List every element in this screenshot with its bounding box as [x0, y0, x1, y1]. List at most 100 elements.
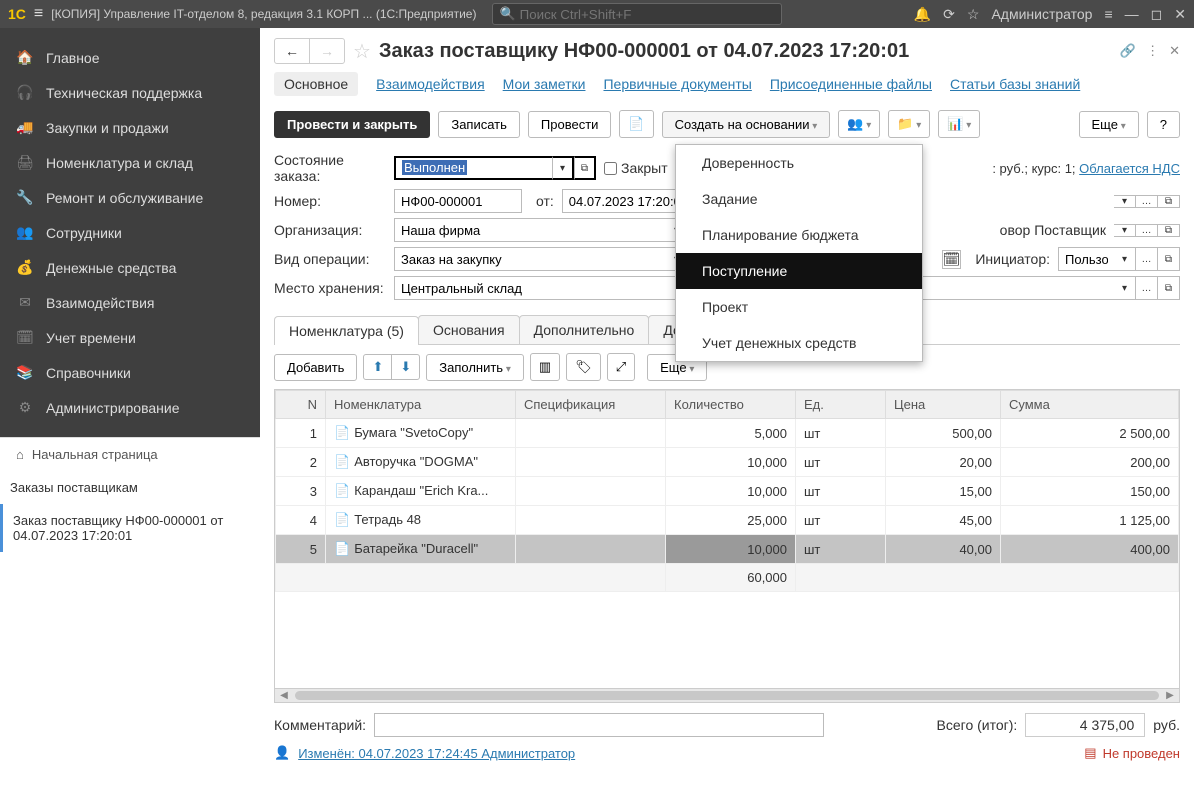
- th-n[interactable]: N: [276, 391, 326, 419]
- sidebar-item-repair[interactable]: 🔧Ремонт и обслуживание: [0, 180, 260, 215]
- field-dropdown-icon[interactable]: ▾: [1114, 195, 1136, 208]
- number-field[interactable]: [394, 189, 522, 213]
- contractor-dropdown-icon[interactable]: ▾: [1114, 224, 1136, 237]
- global-search[interactable]: 🔍: [492, 3, 782, 25]
- sidebar-home-page[interactable]: ⌂Начальная страница: [0, 438, 260, 471]
- hamburger-icon[interactable]: ≡: [34, 5, 43, 23]
- nav-back-button[interactable]: ←: [275, 39, 310, 63]
- th-price[interactable]: Цена: [886, 391, 1001, 419]
- post-and-close-button[interactable]: Провести и закрыть: [274, 111, 430, 138]
- dd-item-budget[interactable]: Планирование бюджета: [676, 217, 922, 253]
- link-icon[interactable]: 🔗: [1120, 43, 1136, 59]
- favorite-star-icon[interactable]: ☆: [353, 39, 371, 64]
- audit-link[interactable]: Изменён: 04.07.2023 17:24:45 Администрат…: [298, 746, 575, 761]
- horizontal-scrollbar[interactable]: ◀ ▶: [274, 689, 1180, 703]
- tab-main[interactable]: Основное: [274, 72, 358, 96]
- field-ellipsis-icon[interactable]: …: [1136, 195, 1158, 208]
- storage-ellipsis-icon[interactable]: …: [1136, 276, 1158, 300]
- sidebar-item-catalogs[interactable]: 📚Справочники: [0, 355, 260, 390]
- minimize-icon[interactable]: —: [1125, 6, 1139, 22]
- scroll-right-icon[interactable]: ▶: [1161, 689, 1179, 702]
- th-unit[interactable]: Ед.: [796, 391, 886, 419]
- closed-checkbox-wrap[interactable]: Закрыт: [604, 160, 668, 176]
- operation-field[interactable]: [394, 247, 666, 271]
- contractor-open-icon[interactable]: ⧉: [1158, 224, 1180, 237]
- tab-primary-docs[interactable]: Первичные документы: [603, 76, 751, 92]
- th-qty[interactable]: Количество: [666, 391, 796, 419]
- settings-bars-icon[interactable]: ≡: [1104, 6, 1112, 22]
- tab-notes[interactable]: Мои заметки: [503, 76, 586, 92]
- dd-item-power-of-attorney[interactable]: Доверенность: [676, 145, 922, 181]
- comment-field[interactable]: [374, 713, 824, 737]
- help-button[interactable]: ?: [1147, 111, 1180, 138]
- users-dropdown-button[interactable]: 👥: [838, 110, 880, 138]
- move-up-button[interactable]: ⬆: [364, 355, 392, 379]
- scroll-left-icon[interactable]: ◀: [275, 689, 293, 702]
- add-row-button[interactable]: Добавить: [274, 354, 357, 381]
- calendar-icon[interactable]: 🗓: [942, 250, 962, 269]
- move-down-button[interactable]: ⬇: [392, 355, 419, 379]
- more-vert-icon[interactable]: ⋮: [1146, 43, 1159, 59]
- table-row[interactable]: 3📄Карандаш "Erich Kra...10,000шт15,00150…: [276, 477, 1179, 506]
- status-open-icon[interactable]: ⧉: [574, 156, 596, 180]
- create-based-button[interactable]: Создать на основании: [662, 111, 831, 138]
- table-row[interactable]: 4📄Тетрадь 4825,000шт45,001 125,00: [276, 506, 1179, 535]
- sidebar-item-main[interactable]: 🏠Главное: [0, 40, 260, 75]
- nav-forward-button[interactable]: →: [310, 39, 344, 63]
- contractor-ellipsis-icon[interactable]: …: [1136, 224, 1158, 237]
- report-dropdown-button[interactable]: 📊: [938, 110, 980, 138]
- storage-open-icon[interactable]: ⧉: [1158, 276, 1180, 300]
- th-spec[interactable]: Спецификация: [516, 391, 666, 419]
- dd-item-cash[interactable]: Учет денежных средств: [676, 325, 922, 361]
- expand-button[interactable]: ⤢: [607, 353, 635, 381]
- initiator-open-icon[interactable]: ⧉: [1158, 247, 1180, 271]
- star-icon[interactable]: ☆: [967, 6, 980, 23]
- storage-dropdown-icon[interactable]: ▾: [1114, 276, 1136, 300]
- sidebar-item-purchases[interactable]: 🚚Закупки и продажи: [0, 110, 260, 145]
- sidebar-link-orders[interactable]: Заказы поставщикам: [0, 471, 260, 504]
- sidebar-item-stock[interactable]: 🖨Номенклатура и склад: [0, 145, 260, 180]
- close-icon[interactable]: ✕: [1174, 6, 1186, 23]
- tab-interactions[interactable]: Взаимодействия: [376, 76, 485, 92]
- initiator-field[interactable]: [1058, 247, 1114, 271]
- username-label[interactable]: Администратор: [991, 6, 1092, 22]
- tab-attached-files[interactable]: Присоединенные файлы: [770, 76, 932, 92]
- fill-button[interactable]: Заполнить: [426, 354, 524, 381]
- date-field[interactable]: [562, 189, 692, 213]
- sidebar-link-current-order[interactable]: Заказ поставщику НФ00-000001 от 04.07.20…: [0, 504, 260, 552]
- post-button[interactable]: Провести: [528, 111, 612, 138]
- close-doc-icon[interactable]: ✕: [1169, 43, 1180, 59]
- status-field[interactable]: Выполнен: [394, 156, 552, 180]
- table-row[interactable]: 2📄Авторучка "DOGMA"10,000шт20,00200,00: [276, 448, 1179, 477]
- tag-button[interactable]: 🏷: [566, 353, 601, 381]
- th-sum[interactable]: Сумма: [1001, 391, 1179, 419]
- initiator-ellipsis-icon[interactable]: …: [1136, 247, 1158, 271]
- more-button[interactable]: Еще: [1079, 111, 1139, 138]
- sidebar-item-admin[interactable]: ⚙Администрирование: [0, 390, 260, 425]
- sidebar-item-support[interactable]: 🎧Техническая поддержка: [0, 75, 260, 110]
- closed-checkbox[interactable]: [604, 162, 617, 175]
- sidebar-item-interactions[interactable]: ✉Взаимодействия: [0, 285, 260, 320]
- stab-additional[interactable]: Дополнительно: [519, 315, 650, 344]
- barcode-button[interactable]: ▥: [530, 353, 560, 381]
- org-field[interactable]: [394, 218, 666, 242]
- field-open-icon[interactable]: ⧉: [1158, 195, 1180, 208]
- stab-nomenclature[interactable]: Номенклатура (5): [274, 316, 419, 345]
- dd-item-project[interactable]: Проект: [676, 289, 922, 325]
- save-button[interactable]: Записать: [438, 111, 520, 138]
- dd-item-receipt[interactable]: Поступление: [676, 253, 922, 289]
- tab-kb-articles[interactable]: Статьи базы знаний: [950, 76, 1080, 92]
- bell-icon[interactable]: 🔔: [914, 6, 931, 23]
- maximize-icon[interactable]: ◻: [1151, 6, 1163, 23]
- status-dropdown-icon[interactable]: ▾: [552, 156, 574, 180]
- th-name[interactable]: Номенклатура: [326, 391, 516, 419]
- vat-link[interactable]: Облагается НДС: [1079, 161, 1180, 176]
- table-row[interactable]: 5📄Батарейка "Duracell"10,000шт40,00400,0…: [276, 535, 1179, 564]
- scroll-thumb[interactable]: [295, 691, 1159, 700]
- dd-item-task[interactable]: Задание: [676, 181, 922, 217]
- print-icon-button[interactable]: 📄: [619, 110, 653, 138]
- folder-dropdown-button[interactable]: 📁: [888, 110, 930, 138]
- table-row[interactable]: 1📄Бумага "SvetoCopy"5,000шт500,002 500,0…: [276, 419, 1179, 448]
- sidebar-item-money[interactable]: 💰Денежные средства: [0, 250, 260, 285]
- search-input[interactable]: [520, 7, 776, 22]
